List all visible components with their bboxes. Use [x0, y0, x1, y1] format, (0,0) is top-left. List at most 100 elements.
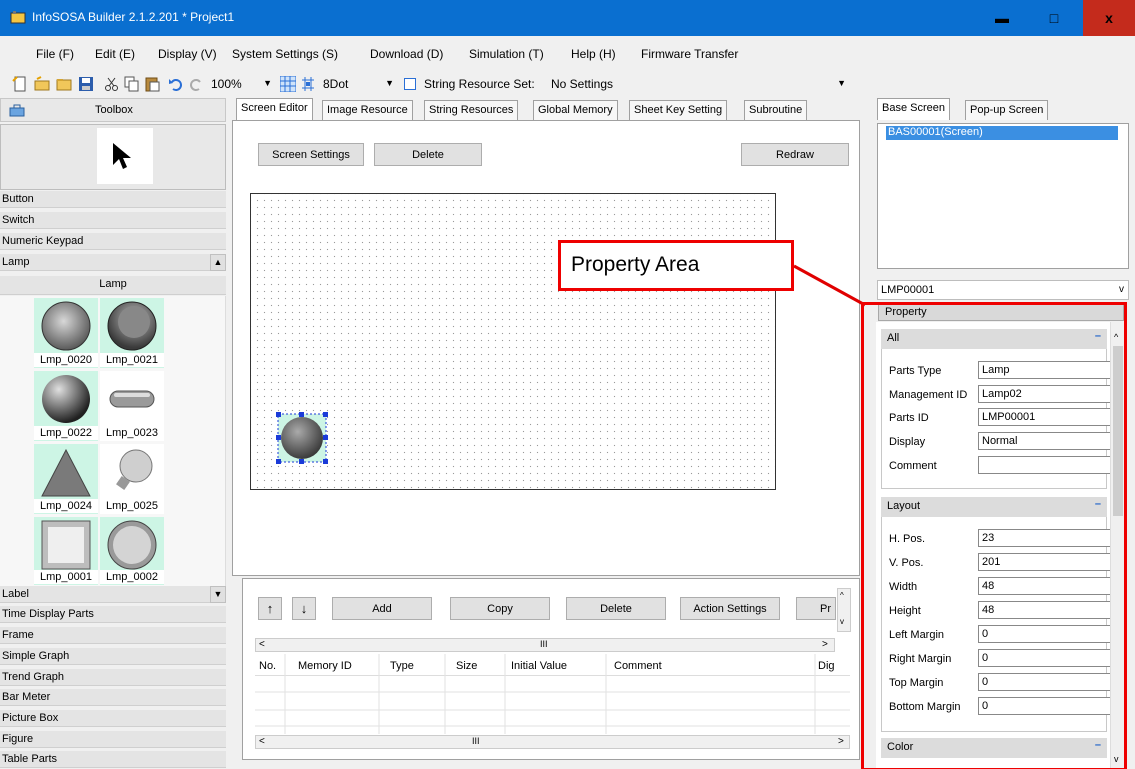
scroll-up-icon[interactable]: ^ — [840, 591, 844, 600]
move-down-button[interactable]: ↓ — [292, 597, 316, 620]
save-icon[interactable] — [78, 76, 94, 92]
annotation-frame — [861, 302, 1127, 769]
toolbox-category-button[interactable]: Button — [0, 191, 226, 208]
toolbox-category-frame[interactable]: Frame — [0, 627, 226, 644]
lamp-item[interactable]: Lmp_0022 — [34, 371, 98, 441]
lamp-label: Lmp_0021 — [100, 353, 164, 367]
lamp-item[interactable]: Lmp_0020 — [34, 298, 98, 368]
maximize-button[interactable]: □ — [1028, 0, 1080, 36]
snap-icon[interactable] — [300, 76, 316, 92]
string-resource-combo[interactable]: No Settings ▼ — [546, 75, 850, 93]
property-button[interactable]: Pr — [796, 597, 836, 620]
annotation-label: Property Area — [558, 240, 794, 291]
memory-hscroll-bottom[interactable]: < III > — [255, 735, 850, 749]
redo-icon[interactable] — [188, 76, 204, 92]
screen-settings-button[interactable]: Screen Settings — [258, 143, 364, 166]
lamp-label: Lmp_0001 — [34, 570, 98, 584]
new-file-icon[interactable] — [12, 76, 28, 92]
toolbox-category-simple-graph[interactable]: Simple Graph — [0, 648, 226, 665]
copy-button[interactable]: Copy — [450, 597, 550, 620]
toolbox-category-switch[interactable]: Switch — [0, 212, 226, 229]
toolbox-category-figure[interactable]: Figure — [0, 731, 226, 748]
checkbox-icon[interactable] — [404, 78, 416, 90]
lamp-item[interactable]: Lmp_0024 — [34, 444, 98, 514]
tab-subroutine[interactable]: Subroutine — [744, 100, 808, 120]
lamp-subheader: Lamp — [0, 276, 226, 295]
close-button[interactable]: x — [1083, 0, 1135, 36]
scroll-left-icon[interactable]: < — [259, 736, 265, 747]
redraw-button[interactable]: Redraw — [741, 143, 849, 166]
screen-list-item[interactable]: BAS00001(Screen) — [886, 126, 1118, 140]
menu-display[interactable]: Display (V) — [158, 47, 217, 61]
tab-sheet-key-setting[interactable]: Sheet Key Setting — [629, 100, 728, 120]
menu-download[interactable]: Download (D) — [370, 47, 443, 61]
app-icon — [10, 11, 26, 24]
new-folder-icon[interactable] — [34, 76, 50, 92]
menu-file[interactable]: File (F) — [36, 47, 74, 61]
parts-selector-value: LMP00001 — [881, 284, 935, 296]
add-button[interactable]: Add — [332, 597, 432, 620]
toolbox-category-table-parts[interactable]: Table Parts — [0, 751, 226, 768]
menu-help[interactable]: Help (H) — [571, 47, 616, 61]
scroll-right-icon[interactable]: > — [838, 736, 844, 747]
tab-string-resources[interactable]: String Resources — [424, 100, 519, 120]
toolbox-category-trend-graph[interactable]: Trend Graph — [0, 669, 226, 686]
screen-tabs: Base Screen Pop-up Screen — [877, 98, 1135, 120]
scroll-right-icon[interactable]: > — [822, 639, 828, 650]
lamp-item[interactable]: Lmp_0023 — [100, 371, 164, 441]
grid-size-combo[interactable]: 8Dot ▼ — [318, 75, 398, 93]
scroll-down-icon[interactable]: ▼ — [210, 586, 226, 603]
screen-list — [877, 123, 1129, 269]
tab-image-resource[interactable]: Image Resource — [322, 100, 413, 120]
grid-icon[interactable] — [280, 76, 296, 92]
toolbox-category-time-display[interactable]: Time Display Parts — [0, 606, 226, 623]
toolbox-category-lamp[interactable]: Lamp — [0, 254, 226, 271]
lamp-label: Lmp_0020 — [34, 353, 98, 367]
tab-popup-screen[interactable]: Pop-up Screen — [965, 100, 1049, 120]
design-canvas[interactable] — [250, 193, 776, 490]
bulb-lamp-icon — [116, 449, 153, 490]
lamp-item[interactable]: Lmp_0002 — [100, 517, 164, 585]
scroll-down-icon[interactable]: v — [840, 617, 844, 626]
lamp-item[interactable]: Lmp_0021 — [100, 298, 164, 368]
toolbox-category-label[interactable]: Label — [0, 586, 226, 603]
menu-firmware-transfer[interactable]: Firmware Transfer — [641, 47, 738, 61]
lamp-label: Lmp_0023 — [100, 426, 164, 440]
tab-screen-editor[interactable]: Screen Editor — [236, 98, 313, 120]
memory-delete-button[interactable]: Delete — [566, 597, 666, 620]
parts-selector[interactable]: LMP00001 v — [877, 280, 1129, 300]
open-folder-icon[interactable] — [56, 76, 72, 92]
placed-lamp[interactable] — [276, 412, 328, 464]
scroll-up-icon[interactable]: ▲ — [210, 254, 226, 271]
arrow-pointer-icon — [113, 143, 131, 169]
move-up-button[interactable]: ↑ — [258, 597, 282, 620]
toolbox-header: Toolbox — [0, 98, 226, 122]
cut-icon[interactable] — [104, 76, 120, 92]
toolbox-category-picture-box[interactable]: Picture Box — [0, 710, 226, 727]
zoom-combo[interactable]: 100% ▼ — [206, 75, 276, 93]
menu-simulation[interactable]: Simulation (T) — [469, 47, 544, 61]
round-lamp-icon — [107, 301, 157, 351]
tab-base-screen[interactable]: Base Screen — [877, 98, 950, 120]
lamp-item[interactable]: Lmp_0025 — [100, 444, 164, 514]
menu-edit[interactable]: Edit (E) — [95, 47, 135, 61]
pointer-tool[interactable] — [97, 128, 153, 184]
memory-hscroll-top[interactable]: < III > — [255, 638, 835, 652]
paste-icon[interactable] — [144, 76, 160, 92]
undo-icon[interactable] — [168, 76, 184, 92]
round-lamp-icon — [41, 301, 91, 351]
copy-icon[interactable] — [124, 76, 140, 92]
minimize-button[interactable]: ▬ — [976, 0, 1028, 36]
tab-global-memory[interactable]: Global Memory — [533, 100, 618, 120]
action-settings-button[interactable]: Action Settings — [680, 597, 780, 620]
memory-vscroll[interactable]: ^ v — [837, 588, 851, 632]
toolbox-category-bar-meter[interactable]: Bar Meter — [0, 689, 226, 706]
round-lamp-icon — [107, 520, 157, 570]
lamp-item[interactable]: Lmp_0001 — [34, 517, 98, 585]
lamp-label: Lmp_0022 — [34, 426, 98, 440]
chevron-down-icon: ▼ — [263, 78, 272, 88]
menu-system-settings[interactable]: System Settings (S) — [232, 47, 338, 61]
toolbox-category-numeric-keypad[interactable]: Numeric Keypad — [0, 233, 226, 250]
delete-button[interactable]: Delete — [374, 143, 482, 166]
scroll-left-icon[interactable]: < — [259, 639, 265, 650]
